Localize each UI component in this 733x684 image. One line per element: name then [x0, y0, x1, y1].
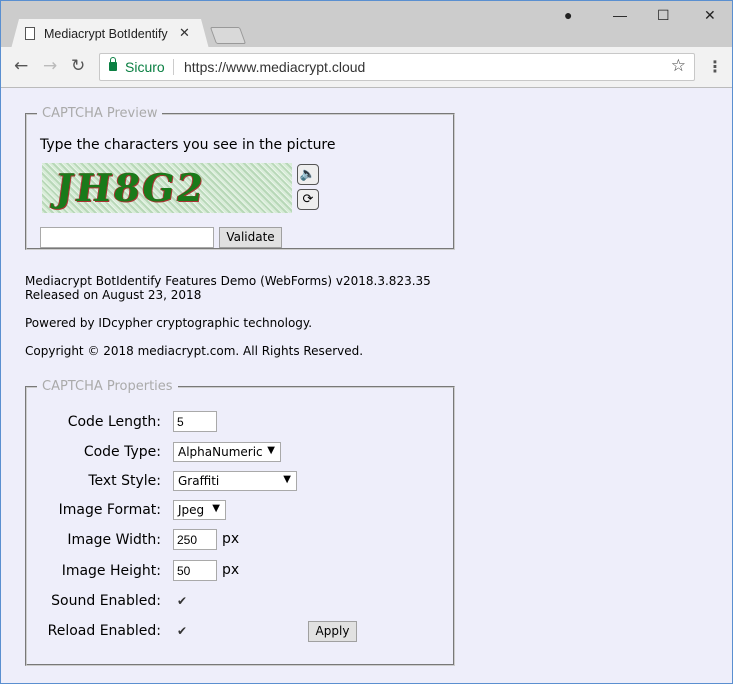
apply-button[interactable]: Apply: [308, 621, 357, 642]
captcha-text: JH8G2: [52, 165, 209, 210]
address-bar[interactable]: Sicuro https://www.mediacrypt.cloud ☆: [99, 53, 695, 81]
reload-captcha-icon[interactable]: ⟳: [297, 189, 319, 210]
chevron-down-icon: ▼: [283, 474, 291, 485]
code-length-input[interactable]: [173, 411, 217, 432]
code-type-select[interactable]: AlphaNumeric ▼: [173, 442, 281, 462]
menu-icon[interactable]: ⋮: [707, 57, 723, 76]
validate-button[interactable]: Validate: [219, 227, 282, 248]
chevron-down-icon: ▼: [212, 503, 220, 514]
sound-icon[interactable]: 🔈: [297, 164, 319, 185]
browser-titlebar: Mediacrypt BotIdentify Features Demo ✕ ●…: [1, 1, 732, 49]
forward-icon[interactable]: →: [43, 56, 57, 76]
minimize-button[interactable]: —: [613, 7, 627, 23]
image-format-value: Jpeg: [178, 503, 205, 517]
maximize-button[interactable]: ☐: [657, 7, 670, 24]
image-width-input[interactable]: [173, 529, 217, 550]
image-format-select[interactable]: Jpeg ▼: [173, 500, 226, 520]
copyright-text: Copyright © 2018 mediacrypt.com. All Rig…: [25, 344, 364, 358]
page-icon: [25, 27, 35, 40]
back-icon[interactable]: ←: [14, 56, 28, 76]
browser-tab[interactable]: Mediacrypt BotIdentify Features Demo ✕: [11, 19, 209, 49]
bookmark-star-icon[interactable]: ☆: [671, 56, 686, 76]
reload-enabled-checkbox[interactable]: ✔: [177, 625, 189, 637]
profile-icon[interactable]: ●: [564, 7, 572, 23]
powered-text: Powered by IDcypher cryptographic techno…: [25, 316, 313, 330]
divider: [173, 59, 174, 75]
close-window-button[interactable]: ✕: [704, 7, 716, 24]
browser-toolbar: ← → ↻ Sicuro https://www.mediacrypt.clou…: [1, 47, 732, 88]
chevron-down-icon: ▼: [267, 445, 275, 456]
text-style-value: Graffiti: [178, 474, 220, 488]
tab-title: Mediacrypt BotIdentify Features Demo: [44, 27, 169, 41]
code-length-label: Code Length:: [67, 414, 161, 430]
text-style-label: Text Style:: [88, 473, 161, 489]
code-type-value: AlphaNumeric: [178, 445, 263, 459]
close-tab-icon[interactable]: ✕: [179, 25, 190, 41]
preview-legend: CAPTCHA Preview: [42, 106, 158, 121]
sound-enabled-checkbox[interactable]: ✔: [177, 595, 189, 607]
captcha-input[interactable]: [40, 227, 214, 248]
code-type-label: Code Type:: [83, 444, 161, 460]
image-height-input[interactable]: [173, 560, 217, 581]
image-height-label: Image Height:: [61, 563, 161, 579]
captcha-prompt: Type the characters you see in the pictu…: [40, 137, 336, 153]
image-width-label: Image Width:: [67, 532, 161, 548]
captcha-properties-fieldset: CAPTCHA Properties Code Length: Code Typ…: [25, 379, 455, 666]
reload-icon[interactable]: ↻: [71, 56, 85, 76]
sound-enabled-label: Sound Enabled:: [51, 593, 161, 609]
version-text: Mediacrypt BotIdentify Features Demo (We…: [25, 274, 431, 288]
url-text[interactable]: https://www.mediacrypt.cloud: [184, 59, 365, 75]
lock-icon: [109, 57, 117, 71]
image-format-label: Image Format:: [58, 502, 161, 518]
properties-legend: CAPTCHA Properties: [42, 379, 173, 394]
secure-label: Sicuro: [125, 59, 165, 75]
reload-enabled-label: Reload Enabled:: [47, 623, 161, 639]
width-unit: px: [222, 531, 240, 547]
new-tab-button[interactable]: [209, 27, 247, 44]
release-text: Released on August 23, 2018: [25, 288, 202, 302]
text-style-select[interactable]: Graffiti ▼: [173, 471, 297, 491]
captcha-preview-fieldset: CAPTCHA Preview Type the characters you …: [25, 106, 455, 250]
captcha-image: JH8G2: [42, 163, 292, 213]
height-unit: px: [222, 562, 240, 578]
